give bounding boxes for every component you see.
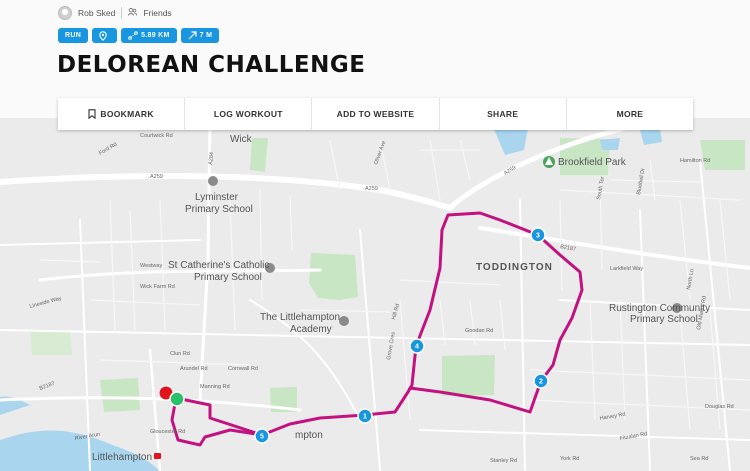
bookmark-label: BOOKMARK — [100, 109, 154, 119]
road-hamilton: Hamilton Rd — [680, 158, 710, 164]
place-st-catherine-2: Primary School — [194, 272, 262, 283]
svg-text:4: 4 — [415, 344, 419, 351]
more-button[interactable]: MORE — [567, 98, 693, 130]
svg-text:1: 1 — [363, 414, 367, 421]
bookmark-icon — [88, 109, 96, 119]
distance-tag: 5.89 KM — [121, 28, 177, 43]
km-marker-2[interactable]: 2 — [533, 373, 549, 389]
road-courtwick: Courtwick Rd — [140, 133, 173, 139]
elevation-arrow-icon — [188, 31, 197, 40]
svg-text:5: 5 — [260, 434, 264, 441]
route-tags: RUN 5.89 KM 7 M — [58, 28, 220, 43]
road-gloucester: Gloucester Rd — [150, 429, 185, 435]
distance-value: 5.89 KM — [141, 32, 170, 39]
place-lyminster-area: mpton — [295, 430, 323, 441]
km-marker-3[interactable]: 3 — [530, 227, 546, 243]
place-academy: The Littlehampton — [260, 312, 340, 323]
place-lyminster-school-2: Primary School — [185, 204, 253, 215]
svg-text:2: 2 — [539, 379, 543, 386]
finish-pin[interactable] — [169, 391, 185, 407]
route-title: DELOREAN CHALLENGE — [57, 52, 366, 78]
place-littlehampton: Littlehampton — [92, 452, 152, 463]
place-toddington: TODDINGTON — [476, 262, 553, 273]
km-marker-1[interactable]: 1 — [357, 408, 373, 424]
road-a259-2: A259 — [365, 186, 378, 192]
road-a259-1: A259 — [150, 174, 163, 180]
place-st-catherine: St Catherine's Catholic — [168, 260, 269, 271]
activity-tag: RUN — [58, 28, 89, 43]
road-larkfield: Larkfield Way — [610, 266, 643, 272]
place-wick: Wick — [230, 134, 253, 145]
bookmark-button[interactable]: BOOKMARK — [58, 98, 186, 130]
location-tag[interactable] — [92, 28, 118, 43]
friends-icon — [128, 7, 138, 18]
road-arundel: Arundel Rd — [180, 366, 208, 372]
action-toolbar: BOOKMARK LOG WORKOUT ADD TO WEBSITE SHAR… — [58, 98, 693, 130]
road-wick-farm: Wick Farm Rd — [140, 284, 175, 290]
log-workout-button[interactable]: LOG WORKOUT — [185, 98, 313, 130]
road-cornwall: Cornwall Rd — [228, 366, 258, 372]
road-a284: A284 — [208, 152, 215, 165]
location-pin-icon — [99, 30, 107, 41]
road-york: York Rd — [560, 456, 579, 462]
place-academy-2: Academy — [290, 324, 332, 335]
log-workout-label: LOG WORKOUT — [213, 109, 283, 119]
add-to-website-label: ADD TO WEBSITE — [336, 109, 415, 119]
road-goodan: Goodan Rd — [465, 328, 493, 334]
elevation-value: 7 M — [199, 32, 213, 39]
road-manning: Manning Rd — [200, 384, 230, 390]
road-douglas: Douglas Rd — [705, 404, 734, 410]
place-brookfield-park: Brookfield Park — [558, 157, 627, 168]
place-rustington: Rustington Community — [609, 303, 710, 314]
author-row: Rob Sked Friends — [58, 6, 172, 20]
author-name[interactable]: Rob Sked — [78, 8, 115, 18]
train-station-icon — [154, 453, 161, 459]
visibility-label: Friends — [143, 8, 172, 18]
share-button[interactable]: SHARE — [440, 98, 567, 130]
share-label: SHARE — [487, 109, 519, 119]
add-to-website-button[interactable]: ADD TO WEBSITE — [312, 98, 440, 130]
road-clun: Clun Rd — [170, 351, 190, 357]
place-rustington-2: Primary School — [630, 314, 698, 325]
divider — [121, 7, 123, 19]
km-marker-5[interactable]: 5 — [254, 428, 270, 444]
svg-text:3: 3 — [536, 233, 540, 240]
route-distance-icon — [128, 31, 138, 40]
more-label: MORE — [616, 109, 644, 119]
road-stanley: Stanley Rd — [490, 458, 517, 464]
km-marker-4[interactable]: 4 — [409, 338, 425, 354]
road-westway: Westway — [140, 263, 162, 269]
road-sea: Sea Rd — [690, 456, 708, 462]
elevation-tag: 7 M — [180, 28, 220, 43]
avatar[interactable] — [58, 6, 72, 20]
place-lyminster-school: Lyminster — [195, 192, 239, 203]
